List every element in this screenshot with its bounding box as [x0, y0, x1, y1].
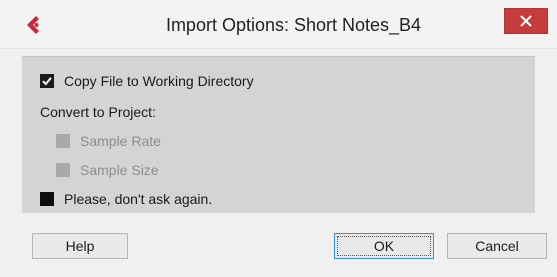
options-panel: Copy File to Working Directory Convert t… — [22, 56, 535, 213]
sample-size-option[interactable]: Sample Size — [56, 161, 159, 179]
sample-rate-label: Sample Rate — [80, 133, 161, 149]
copy-file-checkbox[interactable] — [40, 74, 54, 88]
checkmark-icon — [42, 77, 52, 86]
copy-file-option[interactable]: Copy File to Working Directory — [40, 72, 254, 90]
import-options-dialog: Import Options: Short Notes_B4 Copy File… — [0, 0, 557, 277]
dont-ask-again-checkbox[interactable] — [40, 192, 54, 206]
ok-button[interactable]: OK — [334, 233, 434, 259]
convert-to-project-heading: Convert to Project: — [40, 104, 156, 120]
title-bar[interactable]: Import Options: Short Notes_B4 — [0, 0, 557, 49]
cancel-button[interactable]: Cancel — [447, 233, 547, 259]
cubase-logo-icon — [27, 16, 39, 34]
dont-ask-again-option[interactable]: Please, don't ask again. — [40, 190, 212, 208]
copy-file-label: Copy File to Working Directory — [64, 73, 254, 89]
sample-size-label: Sample Size — [80, 162, 159, 178]
close-icon — [520, 15, 532, 27]
window-title: Import Options: Short Notes_B4 — [165, 15, 422, 35]
close-button[interactable] — [504, 8, 548, 34]
sample-rate-option[interactable]: Sample Rate — [56, 132, 161, 150]
sample-size-checkbox[interactable] — [56, 163, 70, 177]
sample-rate-checkbox[interactable] — [56, 134, 70, 148]
dont-ask-again-label: Please, don't ask again. — [64, 191, 213, 207]
help-button[interactable]: Help — [32, 233, 128, 259]
